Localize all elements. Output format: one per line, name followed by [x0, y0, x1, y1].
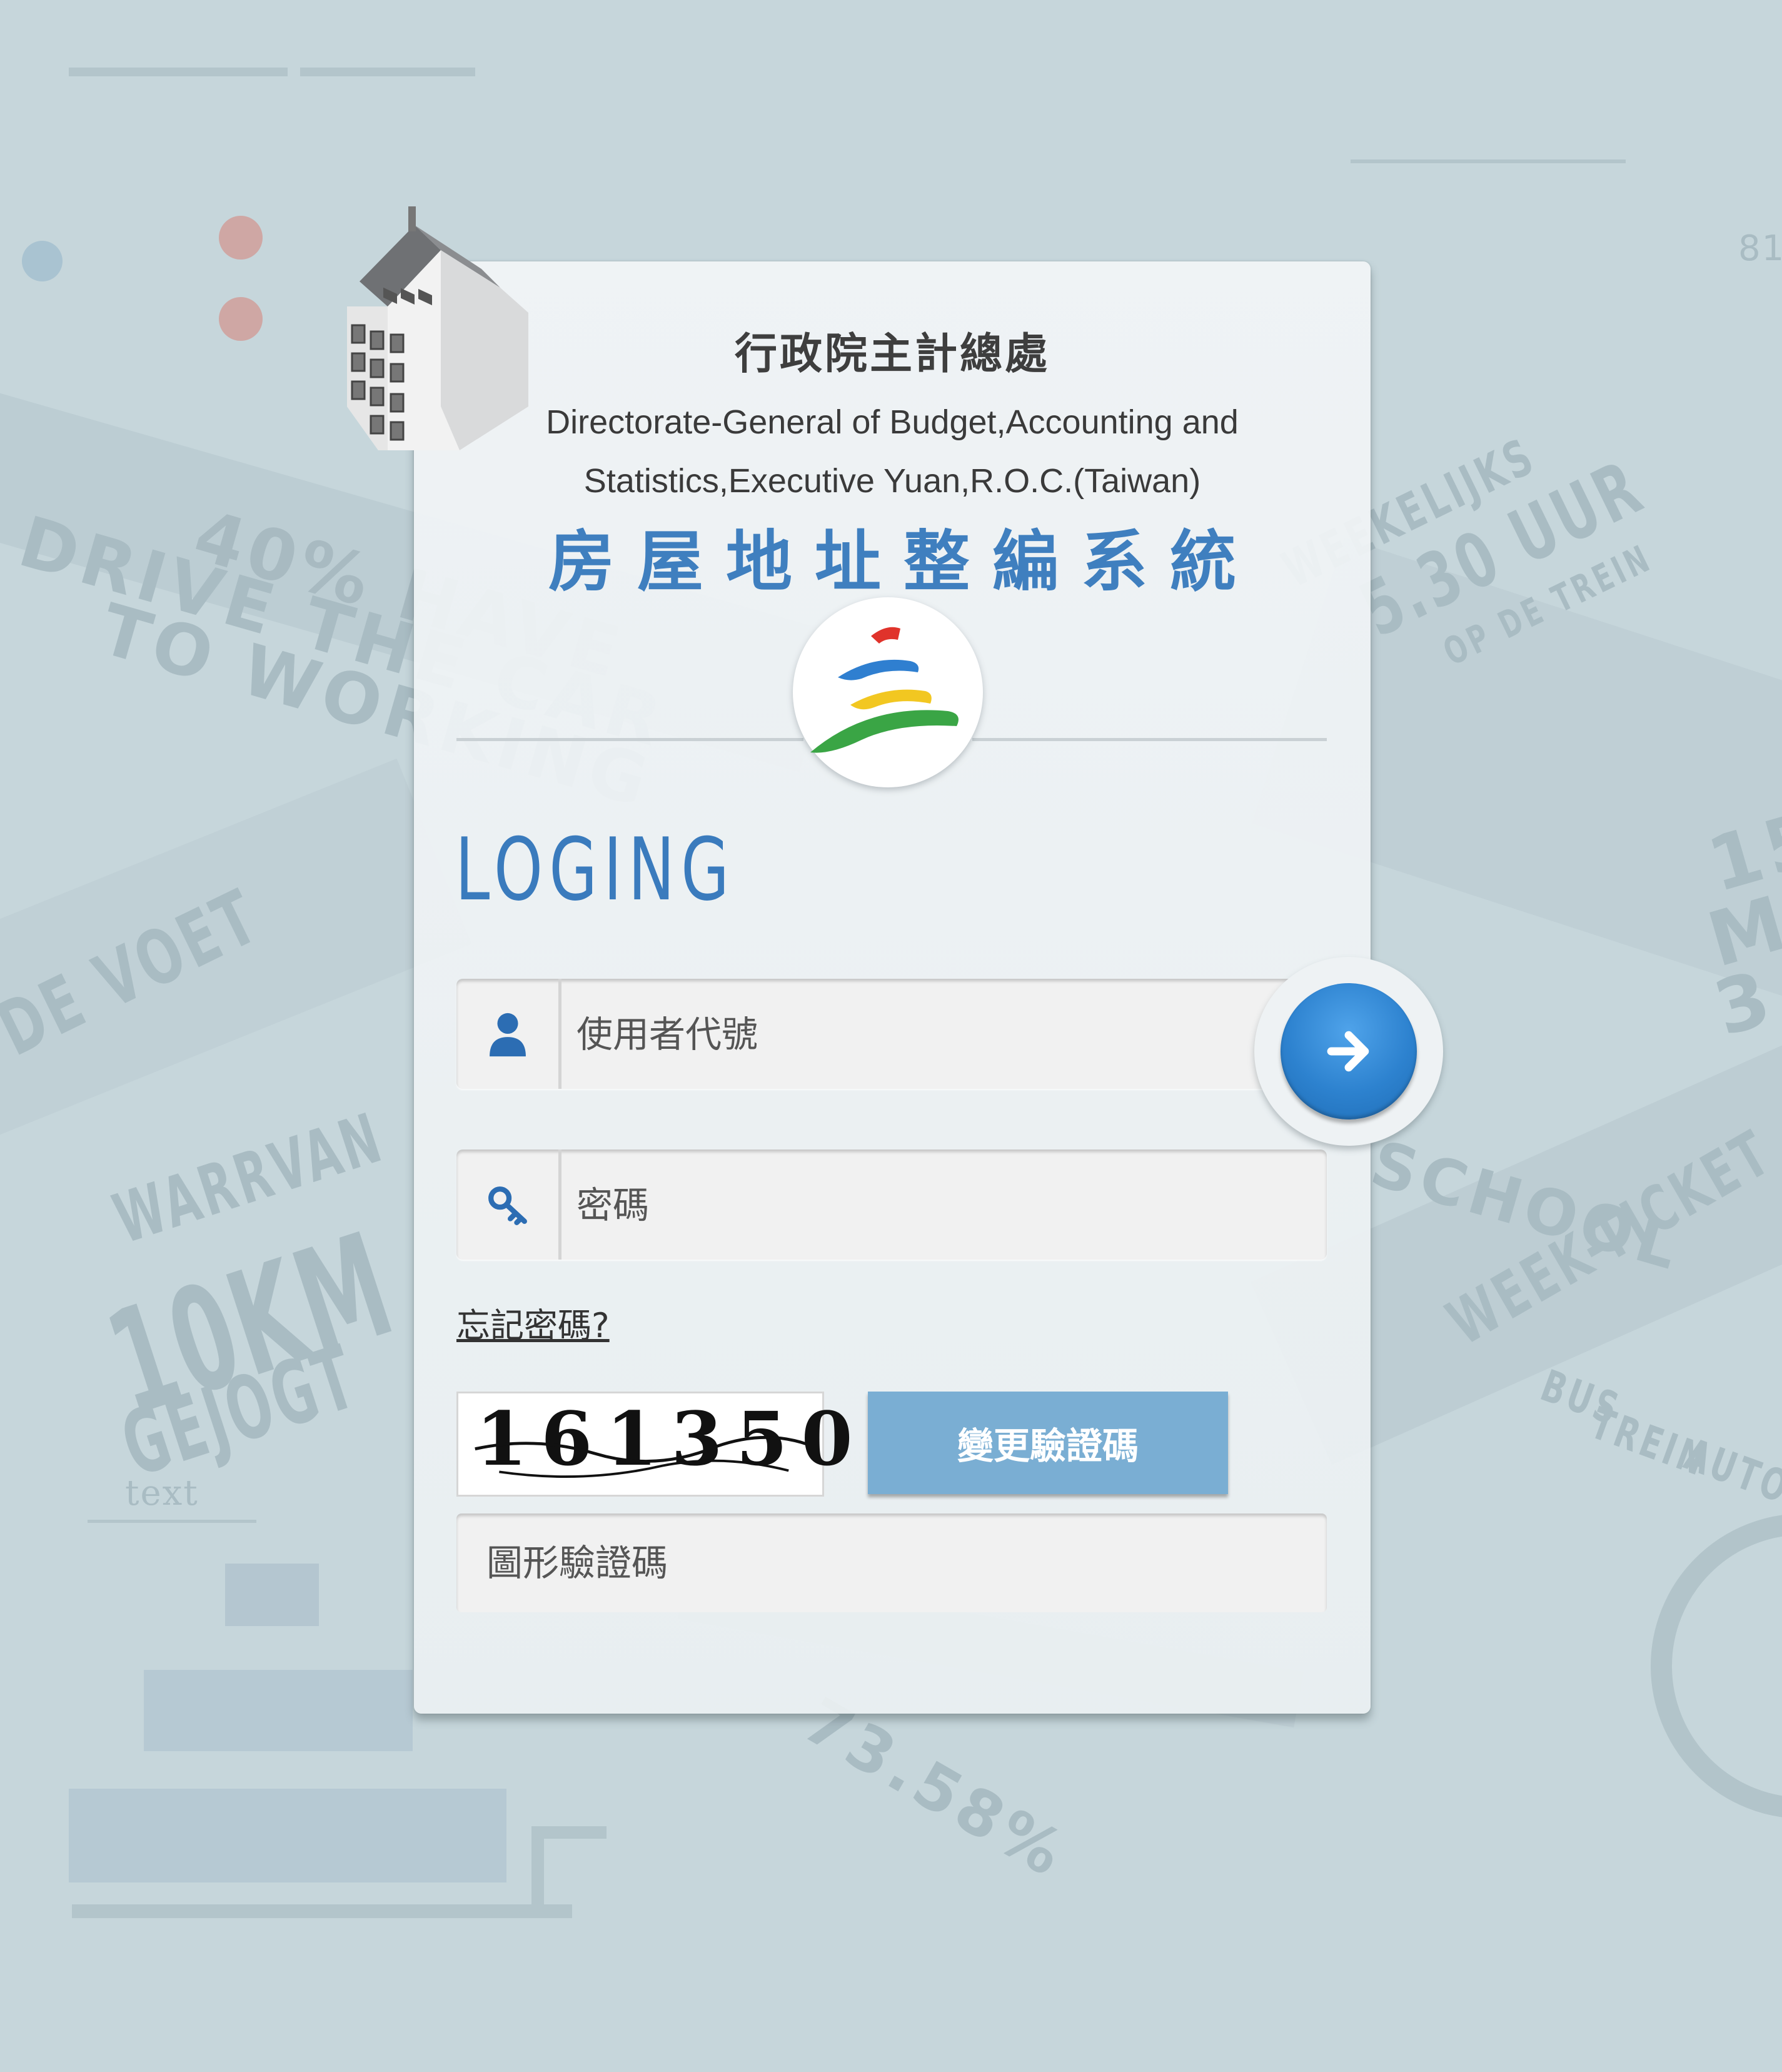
bg-text: 73.58%: [792, 1684, 1080, 1893]
captcha-image: 161350: [456, 1392, 853, 1497]
submit-button[interactable]: [1281, 983, 1417, 1119]
org-name-en-line2: Statistics,Executive Yuan,R.O.C.(Taiwan): [583, 462, 1201, 500]
password-addon: [456, 1150, 561, 1260]
divider-right: [972, 738, 1327, 741]
divider-left: [456, 738, 803, 741]
org-name-en-line1: Directorate-General of Budget,Accounting…: [546, 403, 1239, 441]
org-name-zh: 行政院主計總處: [734, 330, 1050, 378]
bg-text: AUTO: [1678, 1428, 1782, 1514]
system-name: 房屋地址整編系統: [548, 525, 1259, 599]
arrow-right-icon: [1327, 1031, 1369, 1072]
bg-text: 81: [1738, 228, 1782, 269]
org-name-en: Directorate-General of Budget,Accounting…: [414, 393, 1371, 510]
refresh-captcha-button[interactable]: 變更驗證碼: [868, 1392, 1228, 1494]
password-group: [456, 1150, 1327, 1261]
agency-logo: [793, 597, 983, 787]
username-input[interactable]: [575, 979, 1314, 1090]
password-input[interactable]: [575, 1150, 1314, 1261]
agency-logo-icon: [810, 627, 959, 753]
username-addon: [456, 979, 561, 1089]
key-icon: [488, 1186, 527, 1225]
captcha-noise-icon: [475, 1435, 807, 1478]
login-heading: LOGING: [455, 819, 736, 920]
user-icon: [489, 1013, 526, 1057]
captcha-input[interactable]: [456, 1514, 1327, 1612]
forgot-password-link[interactable]: 忘記密碼?: [456, 1298, 610, 1347]
bg-text: text: [125, 1473, 199, 1514]
username-group: [456, 979, 1327, 1090]
